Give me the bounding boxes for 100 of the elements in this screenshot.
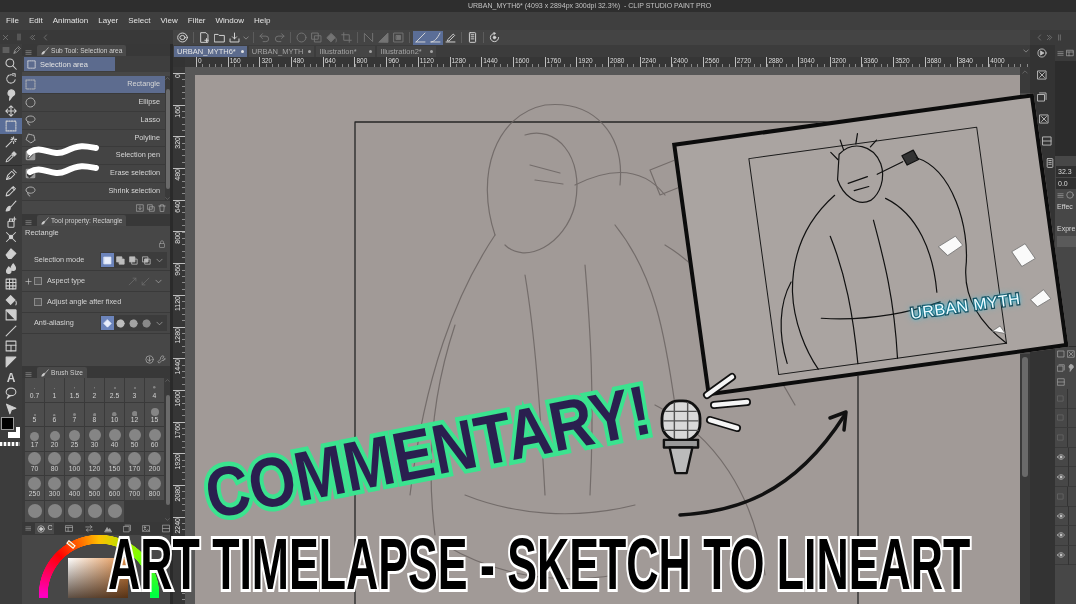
- option-button[interactable]: [140, 316, 153, 330]
- menu-icon[interactable]: [1057, 49, 1064, 57]
- toolbar-button[interactable]: [413, 30, 428, 45]
- trash-icon[interactable]: [158, 203, 166, 212]
- play-circle-icon[interactable]: [1037, 48, 1047, 58]
- eye-icon[interactable]: [1057, 531, 1065, 540]
- lock-icon[interactable]: [158, 240, 166, 248]
- background-swatch-icon[interactable]: [8, 426, 20, 438]
- dot-icon: [369, 50, 373, 53]
- menu-icon[interactable]: [2, 46, 10, 54]
- checkbox[interactable]: [34, 277, 42, 285]
- copy-icon[interactable]: [147, 203, 155, 212]
- toolbar-button[interactable]: [227, 30, 242, 45]
- chevron-icon[interactable]: [42, 33, 49, 41]
- scrollbar-thumb[interactable]: [1022, 357, 1028, 477]
- menu-item[interactable]: Animation: [47, 15, 94, 27]
- brush-size-preset[interactable]: [105, 500, 125, 522]
- foreground-swatch-icon[interactable]: [1, 416, 14, 430]
- stacked-squares-icon[interactable]: [1037, 92, 1047, 102]
- option-button[interactable]: [101, 253, 114, 267]
- brush-size-preset[interactable]: [45, 500, 65, 522]
- brush-dot-icon: [48, 476, 61, 490]
- toolbar-button[interactable]: [197, 30, 212, 45]
- scroll-up-icon[interactable]: [1022, 69, 1028, 75]
- menu-icon[interactable]: [25, 219, 32, 226]
- double-chevron-icon[interactable]: [29, 33, 36, 41]
- scroll-up-icon[interactable]: [165, 378, 170, 383]
- scrollbar-thumb[interactable]: [165, 88, 170, 189]
- scrollbar-track[interactable]: [1020, 354, 1030, 604]
- menu-icon[interactable]: [1057, 191, 1064, 199]
- split-box-icon[interactable]: [1042, 136, 1052, 146]
- pin-icon[interactable]: [1067, 364, 1075, 372]
- scroll-up-icon[interactable]: [165, 76, 170, 81]
- scroll-down-icon[interactable]: [165, 517, 170, 522]
- grip-icon[interactable]: [1056, 34, 1063, 41]
- toolbar-button[interactable]: [443, 30, 458, 45]
- menu-icon[interactable]: [25, 371, 32, 378]
- crossed-box-icon[interactable]: [1039, 114, 1049, 124]
- brush-dot-icon: [153, 386, 156, 389]
- toolbar-button[interactable]: [175, 30, 190, 45]
- window-icon[interactable]: [1066, 49, 1074, 57]
- close-icon[interactable]: [2, 33, 9, 41]
- menu-item[interactable]: Filter: [182, 15, 211, 27]
- brush-size-preset[interactable]: [65, 500, 85, 522]
- option-button[interactable]: [114, 316, 127, 330]
- toolbar-button[interactable]: [428, 30, 443, 45]
- option-button[interactable]: [114, 253, 127, 267]
- plus-icon[interactable]: [25, 277, 32, 285]
- brush-dot-icon: [88, 452, 101, 466]
- eye-icon[interactable]: [1057, 472, 1065, 481]
- pen-icon[interactable]: [13, 46, 21, 54]
- grip-icon[interactable]: [15, 33, 23, 41]
- gradient-square-icon: [5, 309, 17, 322]
- tablet-icon[interactable]: [1045, 158, 1055, 168]
- option-button[interactable]: [101, 316, 114, 330]
- brush-size-preset[interactable]: [85, 500, 105, 522]
- brush-dot-icon: [49, 430, 60, 441]
- square-icon[interactable]: [1057, 350, 1065, 358]
- option-button[interactable]: [127, 253, 140, 267]
- caret-icon: [243, 34, 249, 41]
- wrench-icon[interactable]: [157, 355, 166, 364]
- eye-icon[interactable]: [1057, 551, 1065, 560]
- scrollbar-track[interactable]: [165, 378, 170, 522]
- menu-item[interactable]: File: [1, 15, 24, 27]
- menu-item[interactable]: Layer: [93, 15, 124, 27]
- scroll-down-icon[interactable]: [165, 196, 170, 201]
- menu-icon[interactable]: [25, 49, 32, 56]
- menu-item[interactable]: View: [155, 15, 183, 27]
- brush-size-preset[interactable]: [25, 500, 45, 522]
- stacked-squares-icon[interactable]: [1057, 364, 1065, 372]
- toolbar-button[interactable]: [487, 30, 502, 45]
- window-icon[interactable]: [65, 524, 74, 533]
- circle-arrow-down-icon[interactable]: [145, 355, 154, 364]
- menu-item[interactable]: Edit: [23, 15, 48, 27]
- scrollbar-thumb[interactable]: [165, 395, 170, 505]
- caret-icon[interactable]: [1023, 48, 1029, 54]
- menu-item[interactable]: Window: [210, 15, 249, 27]
- tray-arrow-icon[interactable]: [136, 203, 144, 212]
- menu-item[interactable]: Select: [123, 15, 156, 27]
- eye-icon[interactable]: [1057, 453, 1065, 462]
- scrollbar-track[interactable]: [165, 76, 170, 201]
- split-box-icon[interactable]: [1057, 378, 1065, 386]
- crossed-box-icon[interactable]: [1067, 350, 1075, 358]
- menu-item[interactable]: Help: [248, 15, 276, 27]
- checkbox[interactable]: [34, 298, 42, 306]
- dropdown-button[interactable]: [242, 34, 250, 41]
- option-button[interactable]: [140, 253, 153, 267]
- transparent-swatch-icon[interactable]: [0, 441, 20, 446]
- circle-icon[interactable]: [1066, 191, 1074, 199]
- hue-marker-icon[interactable]: [66, 540, 76, 549]
- scrollbar-track[interactable]: [1020, 67, 1030, 93]
- double-arrow-icon[interactable]: [84, 524, 93, 533]
- menu-icon[interactable]: [25, 525, 32, 532]
- option-button[interactable]: [127, 316, 140, 330]
- eye-icon[interactable]: [1057, 511, 1065, 520]
- logo-text: URBAN MYTH: [909, 290, 1022, 322]
- crossed-box-icon[interactable]: [1037, 70, 1047, 80]
- text-tool-button[interactable]: A: [0, 369, 22, 386]
- brush-icon: [41, 46, 49, 55]
- double-chevron-icon[interactable]: [1046, 34, 1053, 41]
